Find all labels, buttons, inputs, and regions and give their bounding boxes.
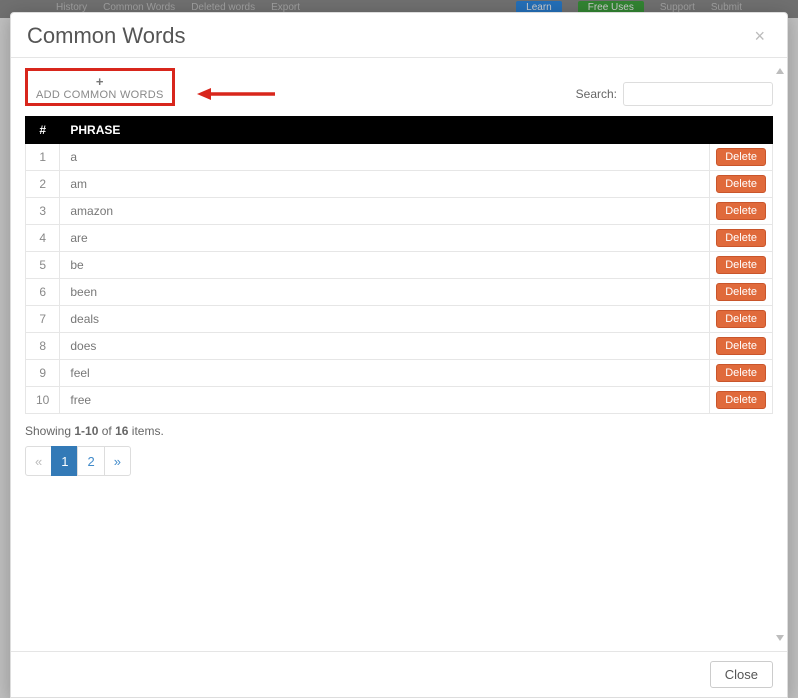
scrollbar[interactable] xyxy=(775,68,785,641)
row-phrase: am xyxy=(60,171,710,198)
row-phrase: deals xyxy=(60,306,710,333)
delete-button[interactable]: Delete xyxy=(716,175,766,193)
summary-text: Showing 1-10 of 16 items. xyxy=(25,424,773,438)
scroll-down-icon[interactable] xyxy=(776,635,784,641)
delete-button[interactable]: Delete xyxy=(716,364,766,382)
table-row: 8does Delete xyxy=(26,333,773,360)
delete-button[interactable]: Delete xyxy=(716,202,766,220)
page-1[interactable]: 1 xyxy=(51,446,78,476)
row-actions: Delete xyxy=(710,198,773,225)
delete-button[interactable]: Delete xyxy=(716,391,766,409)
delete-button[interactable]: Delete xyxy=(716,337,766,355)
footer-close-button[interactable]: Close xyxy=(710,661,773,688)
common-words-modal: Common Words × + ADD COMMON WORDS Search… xyxy=(10,12,788,698)
scroll-up-icon[interactable] xyxy=(776,68,784,74)
row-actions: Delete xyxy=(710,387,773,414)
row-phrase: a xyxy=(60,144,710,171)
row-actions: Delete xyxy=(710,225,773,252)
modal-header: Common Words × xyxy=(11,13,787,58)
table-row: 10free Delete xyxy=(26,387,773,414)
delete-button[interactable]: Delete xyxy=(716,148,766,166)
table-row: 3amazon Delete xyxy=(26,198,773,225)
delete-button[interactable]: Delete xyxy=(716,310,766,328)
row-phrase: feel xyxy=(60,360,710,387)
row-phrase: free xyxy=(60,387,710,414)
row-number: 8 xyxy=(26,333,60,360)
row-number: 7 xyxy=(26,306,60,333)
table-row: 4are Delete xyxy=(26,225,773,252)
row-phrase: does xyxy=(60,333,710,360)
row-actions: Delete xyxy=(710,360,773,387)
row-actions: Delete xyxy=(710,333,773,360)
page-2[interactable]: 2 xyxy=(77,446,104,476)
table-row: 2am Delete xyxy=(26,171,773,198)
row-phrase: amazon xyxy=(60,198,710,225)
search-wrap: Search: xyxy=(576,82,773,106)
toolbar-row: + ADD COMMON WORDS Search: xyxy=(25,58,773,112)
delete-button[interactable]: Delete xyxy=(716,229,766,247)
table-row: 5be Delete xyxy=(26,252,773,279)
row-phrase: are xyxy=(60,225,710,252)
row-actions: Delete xyxy=(710,144,773,171)
row-number: 1 xyxy=(26,144,60,171)
delete-button[interactable]: Delete xyxy=(716,256,766,274)
row-actions: Delete xyxy=(710,306,773,333)
search-input[interactable] xyxy=(623,82,773,106)
row-phrase: be xyxy=(60,252,710,279)
modal-footer: Close xyxy=(11,651,787,697)
modal-body: + ADD COMMON WORDS Search: # PHRASE xyxy=(11,58,787,651)
row-number: 2 xyxy=(26,171,60,198)
row-phrase: been xyxy=(60,279,710,306)
row-actions: Delete xyxy=(710,252,773,279)
plus-icon: + xyxy=(36,75,164,88)
row-number: 5 xyxy=(26,252,60,279)
row-number: 10 xyxy=(26,387,60,414)
arrow-left-icon xyxy=(197,84,277,104)
table-row: 9feel Delete xyxy=(26,360,773,387)
modal-title: Common Words xyxy=(27,23,186,49)
page-prev: « xyxy=(25,446,52,476)
row-number: 6 xyxy=(26,279,60,306)
table-row: 6been Delete xyxy=(26,279,773,306)
delete-button[interactable]: Delete xyxy=(716,283,766,301)
page-next[interactable]: » xyxy=(104,446,131,476)
row-number: 4 xyxy=(26,225,60,252)
search-label: Search: xyxy=(576,87,617,101)
col-header-phrase[interactable]: PHRASE xyxy=(60,117,710,144)
add-common-words-label: ADD COMMON WORDS xyxy=(36,89,164,101)
col-header-number[interactable]: # xyxy=(26,117,60,144)
table-row: 7deals Delete xyxy=(26,306,773,333)
annotation-arrow xyxy=(197,82,277,106)
table-row: 1a Delete xyxy=(26,144,773,171)
modal-close-button[interactable]: × xyxy=(748,26,771,46)
common-words-table: # PHRASE 1aDelete2amDelete3amazonDelete4… xyxy=(25,116,773,414)
row-number: 3 xyxy=(26,198,60,225)
add-common-words-button[interactable]: + ADD COMMON WORDS xyxy=(25,68,175,106)
pagination: «12» xyxy=(25,446,773,476)
row-actions: Delete xyxy=(710,171,773,198)
row-actions: Delete xyxy=(710,279,773,306)
col-header-actions xyxy=(710,117,773,144)
row-number: 9 xyxy=(26,360,60,387)
